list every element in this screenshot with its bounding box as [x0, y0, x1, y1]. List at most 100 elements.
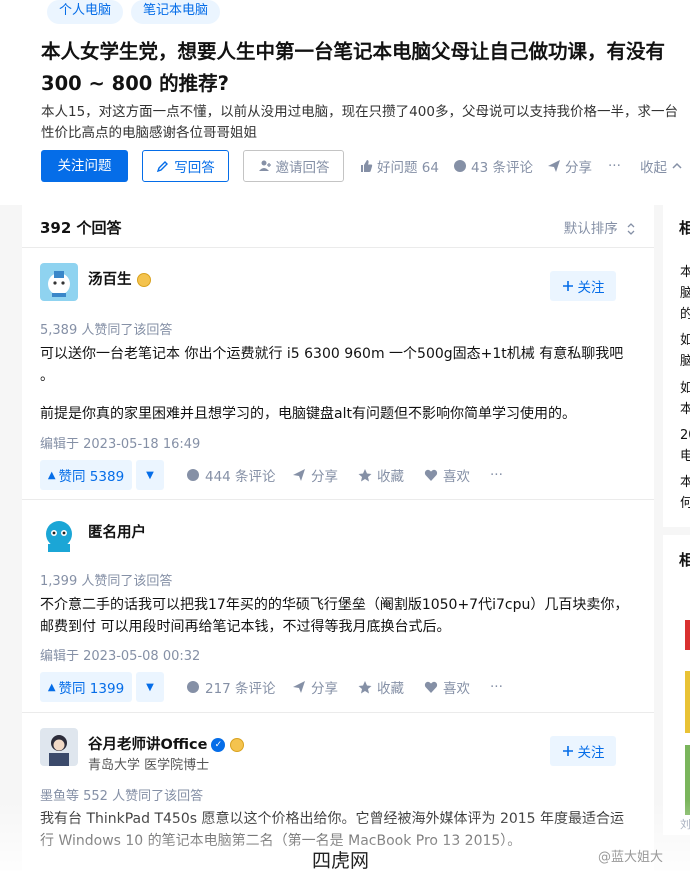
star-icon — [358, 681, 372, 694]
thumbs-up-icon — [361, 160, 373, 172]
upvote-info: 5,389 人赞同了该回答 — [40, 323, 173, 338]
invite-answer-label: 邀请回答 — [275, 160, 330, 176]
sidebar-footer: 刘看 — [680, 818, 690, 831]
share-button[interactable]: 分享 — [292, 460, 338, 490]
chevron-up-icon — [672, 162, 682, 169]
collect-label: 收藏 — [377, 469, 404, 485]
follow-author-button[interactable]: 关注 — [550, 736, 616, 766]
answers-header: 392 个回答 默认排序 — [40, 217, 636, 241]
sidebar-heading: 相 — [679, 219, 690, 237]
like-button[interactable]: 喜欢 — [424, 460, 470, 490]
follow-question-button[interactable]: 关注问题 — [41, 150, 128, 182]
avatar[interactable] — [40, 728, 78, 766]
downvote-button[interactable]: ▼ — [136, 460, 164, 490]
like-label: 喜欢 — [443, 681, 470, 697]
upvote-label: 赞同 5389 — [58, 469, 125, 485]
sidebar-heading: 相 — [679, 551, 690, 569]
downvote-button[interactable]: ▼ — [136, 672, 164, 702]
avatar-image — [40, 516, 78, 554]
answer-item: 匿名用户 1,399 人赞同了该回答 不介意二手的话我可以把我17年买的的华硕飞… — [40, 516, 636, 702]
verified-icon: ✓ — [211, 738, 226, 752]
upvote-button[interactable]: ▲ 赞同 1399 — [40, 672, 132, 702]
follow-author-button[interactable]: 关注 — [550, 271, 616, 301]
collect-label: 收藏 — [377, 681, 404, 697]
sidebar-item[interactable]: 如 — [680, 331, 690, 351]
collapse-label: 收起 — [640, 160, 667, 176]
upvote-label: 赞同 1399 — [58, 681, 125, 697]
good-question-button[interactable]: 好问题 64 — [359, 150, 439, 182]
sidebar-item[interactable]: 20 — [680, 426, 690, 446]
comments-label: 444 条评论 — [205, 469, 276, 485]
write-answer-label: 写回答 — [174, 160, 215, 176]
upvote-button[interactable]: ▲ 赞同 5389 — [40, 460, 132, 490]
more-button[interactable]: ··· — [490, 460, 503, 490]
topic-tag[interactable]: 笔记本电脑 — [131, 0, 221, 24]
triangle-down-icon: ▼ — [146, 469, 154, 481]
pencil-icon — [157, 161, 169, 173]
sidebar-item[interactable]: 本 — [680, 263, 690, 283]
more-button[interactable]: ··· — [490, 672, 503, 702]
avatar[interactable] — [40, 516, 78, 554]
triangle-down-icon: ▼ — [146, 681, 154, 693]
thumbnail-image[interactable] — [685, 745, 690, 815]
follow-author-label: 关注 — [577, 280, 605, 296]
follow-author-label: 关注 — [577, 745, 605, 761]
topic-tags: 个人电脑 笔记本电脑 — [47, 0, 221, 24]
thumbnail-image[interactable] — [685, 671, 690, 733]
sidebar-recommend: 相 刘看 — [663, 535, 690, 835]
collect-button[interactable]: 收藏 — [358, 460, 404, 490]
heart-icon — [424, 681, 438, 693]
question-more-button[interactable]: ··· — [608, 150, 621, 182]
avatar[interactable] — [40, 263, 78, 301]
question-comments-label: 43 条评论 — [471, 160, 533, 176]
comments-label: 217 条评论 — [205, 681, 276, 697]
question-share-label: 分享 — [565, 160, 592, 176]
question-description: 本人15，对这方面一点不懂，以前从没用过电脑，现在只攒了400多，父母说可以支持… — [41, 104, 678, 141]
sidebar-item[interactable]: 如 — [680, 379, 690, 399]
collect-button[interactable]: 收藏 — [358, 672, 404, 702]
add-user-icon — [258, 160, 271, 171]
watermark: 四虎网 — [308, 846, 374, 871]
sidebar-item[interactable]: 的 — [680, 305, 690, 325]
write-answer-button[interactable]: 写回答 — [142, 150, 229, 182]
upvote-info: 墨鱼等 552 人赞同了该回答 — [40, 789, 204, 804]
medal-icon — [136, 273, 151, 287]
avatar-image — [40, 263, 78, 301]
watermark: @蓝大姐大 — [598, 850, 664, 865]
sort-dropdown[interactable]: 默认排序 — [564, 217, 636, 237]
like-label: 喜欢 — [443, 469, 470, 485]
sidebar-item[interactable]: 何 — [680, 494, 690, 514]
share-button[interactable]: 分享 — [292, 672, 338, 702]
share-icon — [548, 160, 560, 172]
answer-paragraph: 可以送你一台老笔记本 你出个运费就行 i5 6300 960m 一个500g固态… — [40, 346, 624, 384]
comments-button[interactable]: 444 条评论 — [186, 460, 276, 490]
sidebar-item[interactable]: 脑 — [680, 284, 690, 304]
author-name-text: 汤百生 — [88, 272, 132, 288]
author-name[interactable]: 汤百生 — [88, 268, 151, 289]
author-name[interactable]: 谷月老师讲Office ✓ — [88, 733, 245, 754]
collapse-button[interactable]: 收起 — [640, 150, 683, 182]
share-label: 分享 — [311, 681, 338, 697]
sidebar-item[interactable]: 电 — [680, 447, 690, 467]
topic-tag[interactable]: 个人电脑 — [47, 0, 124, 24]
sidebar-item[interactable]: 脑 — [680, 352, 690, 372]
sidebar-item[interactable]: 本 — [680, 400, 690, 420]
comment-icon — [187, 469, 199, 481]
author-name-text: 谷月老师讲Office — [88, 737, 208, 753]
sidebar-related: 相 本 脑 的 如 脑 如 本 20 电 本 何 — [663, 205, 690, 527]
comments-button[interactable]: 217 条评论 — [186, 672, 276, 702]
like-button[interactable]: 喜欢 — [424, 672, 470, 702]
question-share-button[interactable]: 分享 — [547, 150, 592, 182]
heart-icon — [424, 469, 438, 481]
answer-paragraph: 前提是你真的家里困难并且想学习的，电脑键盘alt有问题但不影响你简单学习使用的。 — [40, 406, 576, 422]
answers-list: 392 个回答 默认排序 汤百生 关注 5,389 人赞同了该回答 可以送你一台… — [22, 205, 654, 871]
star-icon — [358, 469, 372, 482]
invite-answer-button[interactable]: 邀请回答 — [243, 150, 344, 182]
question-comments-button[interactable]: 43 条评论 — [453, 150, 533, 182]
edit-time: 编辑于 2023-05-18 16:49 — [40, 437, 201, 452]
question-actions: 关注问题 写回答 邀请回答 好问题 64 43 条评论 分享 ··· 收起 — [41, 150, 690, 182]
divider — [22, 499, 654, 500]
upvote-info: 1,399 人赞同了该回答 — [40, 574, 173, 589]
thumbnail-image[interactable] — [685, 620, 690, 650]
sidebar-item[interactable]: 本 — [680, 473, 690, 493]
